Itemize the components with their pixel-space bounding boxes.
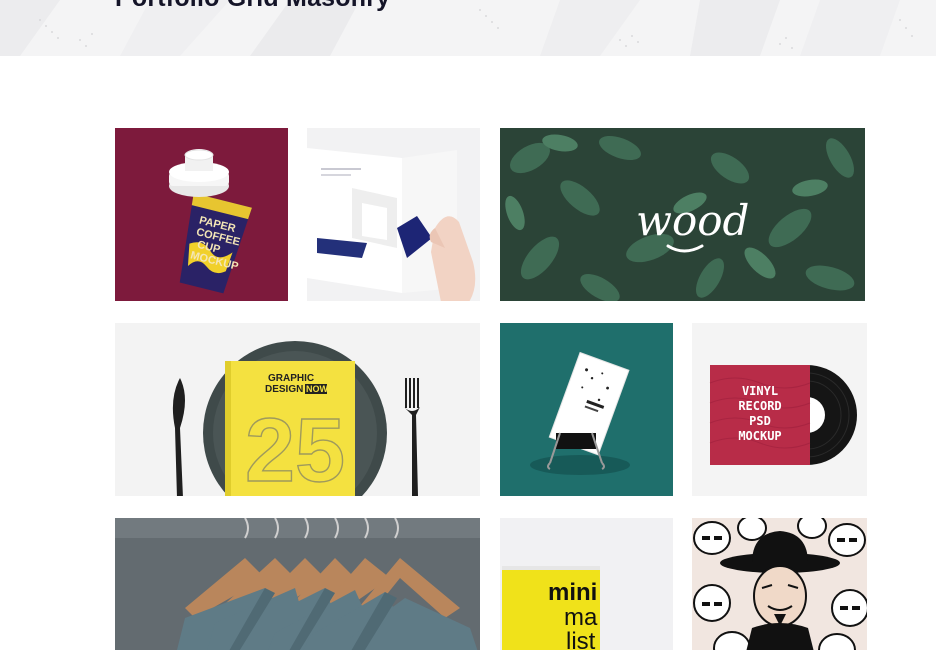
tshirts-on-hangers-icon bbox=[115, 518, 480, 650]
svg-text:DESIGN: DESIGN bbox=[265, 384, 303, 395]
open-magazine-mockup-icon bbox=[307, 128, 480, 301]
svg-text:wood: wood bbox=[636, 196, 749, 245]
svg-text:mini: mini bbox=[548, 579, 597, 606]
paper-coffee-cup-mockup-icon: PAPER COFFEE CUP MOCKUP bbox=[115, 128, 288, 301]
portfolio-item-wood-logo[interactable]: wood bbox=[500, 128, 865, 301]
vinyl-record-mockup-icon: VINYL RECORD PSD MOCKUP bbox=[692, 323, 867, 496]
svg-text:25: 25 bbox=[245, 401, 345, 496]
mini-magazine-cover-icon: mini ma list bbox=[500, 518, 673, 650]
svg-text:VINYL: VINYL bbox=[742, 384, 778, 398]
svg-text:NOW: NOW bbox=[306, 384, 329, 394]
svg-text:MOCKUP: MOCKUP bbox=[738, 429, 781, 443]
svg-text:RECORD: RECORD bbox=[738, 399, 781, 413]
portfolio-item-coffee-cup[interactable]: PAPER COFFEE CUP MOCKUP bbox=[115, 128, 288, 301]
portfolio-item-illustration[interactable] bbox=[692, 518, 867, 650]
svg-text:GRAPHIC: GRAPHIC bbox=[268, 373, 314, 384]
page-title: Portfolio Grid Masonry bbox=[115, 0, 390, 11]
illustration-pattern-character-icon bbox=[692, 518, 867, 650]
business-card-binder-clip-icon bbox=[500, 323, 673, 496]
portfolio-item-vinyl-record[interactable]: VINYL RECORD PSD MOCKUP bbox=[692, 323, 867, 496]
svg-text:ma: ma bbox=[564, 604, 598, 631]
svg-text:list: list bbox=[566, 628, 596, 650]
portfolio-item-graphic-design-book[interactable]: GRAPHIC DESIGN NOW 25 bbox=[115, 323, 480, 496]
portfolio-item-tshirts[interactable] bbox=[115, 518, 480, 650]
portfolio-item-mini-magazine[interactable]: mini ma list bbox=[500, 518, 673, 650]
portfolio-item-business-card[interactable] bbox=[500, 323, 673, 496]
green-leaves-wood-logo-icon: wood bbox=[500, 128, 865, 301]
graphic-design-book-on-plate-icon: GRAPHIC DESIGN NOW 25 bbox=[115, 323, 480, 496]
svg-text:PSD: PSD bbox=[749, 414, 771, 428]
portfolio-item-magazine[interactable] bbox=[307, 128, 480, 301]
